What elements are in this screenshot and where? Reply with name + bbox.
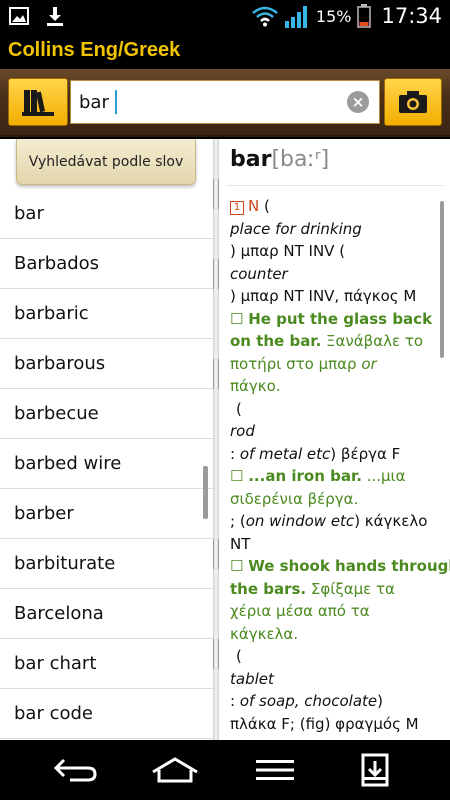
entry-text: ( (236, 647, 242, 665)
back-button[interactable] (50, 752, 100, 788)
entry-text: : (230, 444, 240, 463)
example-english: We shook hands through (248, 557, 450, 575)
battery-percent: 15% (315, 6, 352, 26)
app-title-bar: Collins Eng/Greek (0, 33, 450, 69)
entry-text: ; ( (230, 512, 246, 530)
entry-text: NT (230, 534, 251, 553)
word-list-scrollbar[interactable] (203, 466, 208, 519)
example-greek: χέρια μέσα από τα (230, 602, 370, 620)
list-item[interactable]: bar code (0, 689, 213, 739)
entry-text: : (230, 692, 240, 710)
list-item[interactable]: barbarous (0, 339, 213, 389)
image-icon (9, 7, 29, 25)
entry-text: counter (230, 264, 288, 283)
list-item[interactable]: Barcelona (0, 589, 213, 639)
part-of-speech: N (248, 197, 260, 215)
sense-number: 1 (230, 201, 244, 215)
entry-text: of soap, chocolate (239, 692, 378, 710)
example-greek: πάγκο. (230, 377, 281, 395)
example-marker: ☐ (230, 309, 244, 328)
home-icon (152, 757, 198, 783)
bookshelf-icon (22, 90, 54, 116)
entry-text: ( (236, 399, 242, 418)
header-divider (227, 185, 443, 186)
word-list: bar Barbados barbaric barbarous barbecue… (0, 189, 213, 739)
clock: 17:34 (381, 4, 442, 28)
home-button[interactable] (150, 752, 200, 788)
entry-text: ) (377, 692, 383, 710)
example-greek: ...μια (361, 467, 406, 485)
bookshelf-button[interactable] (8, 78, 68, 126)
app-title: Collins Eng/Greek (8, 39, 181, 61)
entry-text: ) κάγκελο (354, 512, 428, 530)
entry-text: place for drinking (230, 219, 362, 238)
list-item[interactable]: barbecue (0, 389, 213, 439)
example-greek: σιδερένια βέργα. (230, 489, 359, 508)
status-bar: 15% 17:34 (0, 0, 450, 33)
example-greek: ποτήρι στο μπαρ (230, 354, 362, 373)
search-input[interactable]: bar × (70, 80, 380, 124)
example-english: the bars. (230, 579, 307, 598)
entry-scrollbar[interactable] (440, 201, 444, 358)
list-item[interactable]: barbiturate (0, 539, 213, 589)
content-area: Vyhledávat podle slov bar Barbados barba… (0, 139, 450, 740)
signal-icon (284, 6, 307, 28)
example-english: on the bar. (230, 332, 322, 350)
entry-body: 1N ( place for drinking ) μπαρ NT INV ( … (230, 195, 450, 735)
camera-button[interactable] (384, 78, 442, 126)
example-marker: ☐ (230, 557, 244, 575)
list-item[interactable]: bar chart (0, 639, 213, 689)
entry-text: πλάκα F; (fig) φραγμός M (230, 714, 419, 733)
entry-pane: bar [baːʳ] 1N ( place for drinking ) μπα… (219, 139, 450, 740)
list-item[interactable]: bar (0, 189, 213, 239)
entry-header: bar [baːʳ] (230, 147, 329, 172)
save-icon (361, 753, 389, 787)
example-english: He put the glass back (248, 309, 433, 328)
text-cursor (114, 90, 117, 114)
wifi-icon (252, 6, 278, 27)
search-mode-label: Vyhledávat podle slov (28, 153, 184, 170)
list-item[interactable]: barbed wire (0, 439, 213, 489)
entry-text: ) βέργα F (330, 444, 401, 463)
example-marker: ☐ (230, 467, 244, 485)
entry-text: of metal etc (239, 444, 331, 463)
search-mode-tab[interactable]: Vyhledávat podle slov (16, 139, 196, 185)
list-item[interactable]: barber (0, 489, 213, 539)
camera-icon (399, 91, 427, 113)
entry-text: ) μπαρ NT INV, πάγκος M (230, 287, 417, 305)
example-or: or (361, 354, 377, 373)
list-item[interactable]: barbaric (0, 289, 213, 339)
menu-button[interactable] (250, 752, 300, 788)
menu-icon (256, 760, 294, 780)
entry-text: ) μπαρ NT INV ( (230, 242, 346, 260)
pronunciation: [baːʳ] (271, 147, 330, 172)
download-icon (47, 7, 63, 26)
search-bar: bar × (0, 69, 450, 137)
word-list-pane: Vyhledávat podle slov bar Barbados barba… (0, 139, 213, 740)
example-greek: κάγκελα. (230, 624, 299, 643)
back-icon (53, 758, 97, 782)
headword: bar (230, 147, 272, 172)
list-item[interactable]: Barbados (0, 239, 213, 289)
entry-text: tablet (230, 669, 274, 688)
entry-text: rod (230, 422, 255, 440)
entry-text: ( (259, 197, 270, 215)
example-greek: Ξανάβαλε το (321, 332, 424, 350)
search-value: bar (79, 91, 109, 113)
save-button[interactable] (350, 752, 400, 788)
example-english: ...an iron bar. (248, 467, 362, 485)
example-greek: Σφίξαμε τα (306, 579, 395, 598)
clear-icon[interactable]: × (347, 91, 369, 113)
entry-text: on window etc (245, 512, 355, 530)
navigation-bar (0, 740, 450, 800)
battery-icon (357, 4, 372, 28)
